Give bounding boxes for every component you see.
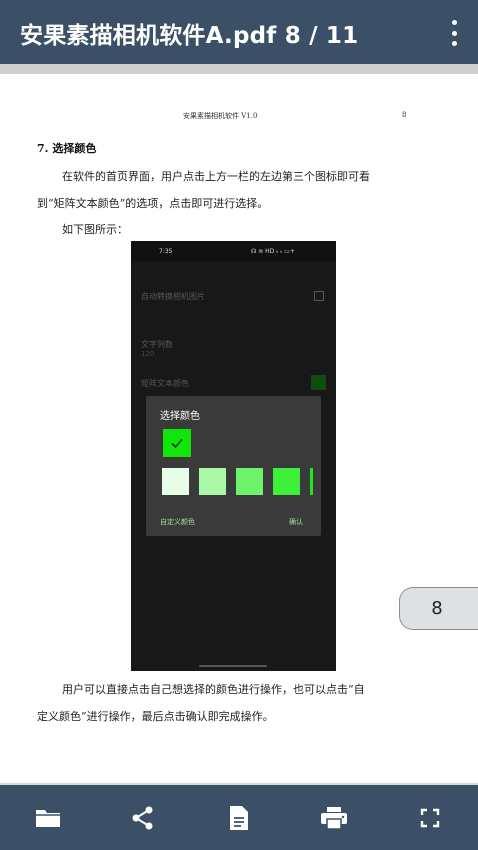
phone-status-bar: 7:35 ☊ ≋ HD ᵢₗ ᵢₗ ▭+ (131, 241, 336, 261)
page-header-title: 安果素描相机软件 V1.0 (183, 112, 258, 120)
share-icon[interactable] (126, 801, 160, 835)
selected-color-swatch (163, 429, 191, 457)
paragraph-line: 如下图所示： (62, 223, 128, 236)
print-icon[interactable] (317, 801, 351, 835)
color-swatch (162, 468, 189, 495)
paragraph-line: 到“矩阵文本颜色”的选项，点击即可进行选择。 (37, 197, 269, 210)
bottom-toolbar (0, 785, 478, 850)
dialog-title: 选择颜色 (160, 411, 200, 422)
embedded-screenshot: 7:35 ☊ ≋ HD ᵢₗ ᵢₗ ▭+ 自动转换相机图片 文字列数 120 矩… (131, 241, 336, 671)
checkmark-icon (171, 438, 183, 449)
color-swatch (199, 468, 226, 495)
fullscreen-icon[interactable] (413, 801, 447, 835)
paragraph-line: 在软件的首页界面，用户点击上方一栏的左边第三个图标即可看 (62, 170, 370, 183)
confirm-button: 确认 (289, 518, 303, 526)
page-number-indicator[interactable]: 8 (399, 587, 478, 630)
more-options-icon[interactable] (444, 20, 464, 46)
color-swatch (273, 468, 300, 495)
section-heading: 7. 选择颜色 (37, 142, 97, 155)
phone-home-indicator (199, 665, 267, 667)
page-header-number: 8 (402, 111, 407, 119)
app-bar-shadow (0, 64, 478, 74)
phone-status-icons: ☊ ≋ HD ᵢₗ ᵢₗ ▭+ (251, 248, 295, 255)
paragraph-line: 用户可以直接点击自己想选择的颜色进行操作，也可以点击“自 (62, 683, 365, 696)
folder-icon[interactable] (31, 801, 65, 835)
color-swatch (236, 468, 263, 495)
pdf-page[interactable]: 安果素描相机软件 V1.0 8 7. 选择颜色 在软件的首页界面，用户点击上方一… (0, 74, 478, 784)
color-picker-dialog: 选择颜色 自定义颜色 确认 (146, 396, 321, 536)
phone-time: 7:35 (159, 248, 173, 255)
paragraph-line: 定义颜色”进行操作，最后点击确认即完成操作。 (37, 710, 274, 723)
color-swatch (310, 468, 313, 495)
app-bar: 安果素描相机软件A.pdf 8 / 11 (0, 0, 478, 64)
document-icon[interactable] (222, 801, 256, 835)
custom-color-button: 自定义颜色 (160, 518, 195, 526)
document-title: 安果素描相机软件A.pdf 8 / 11 (20, 23, 359, 49)
